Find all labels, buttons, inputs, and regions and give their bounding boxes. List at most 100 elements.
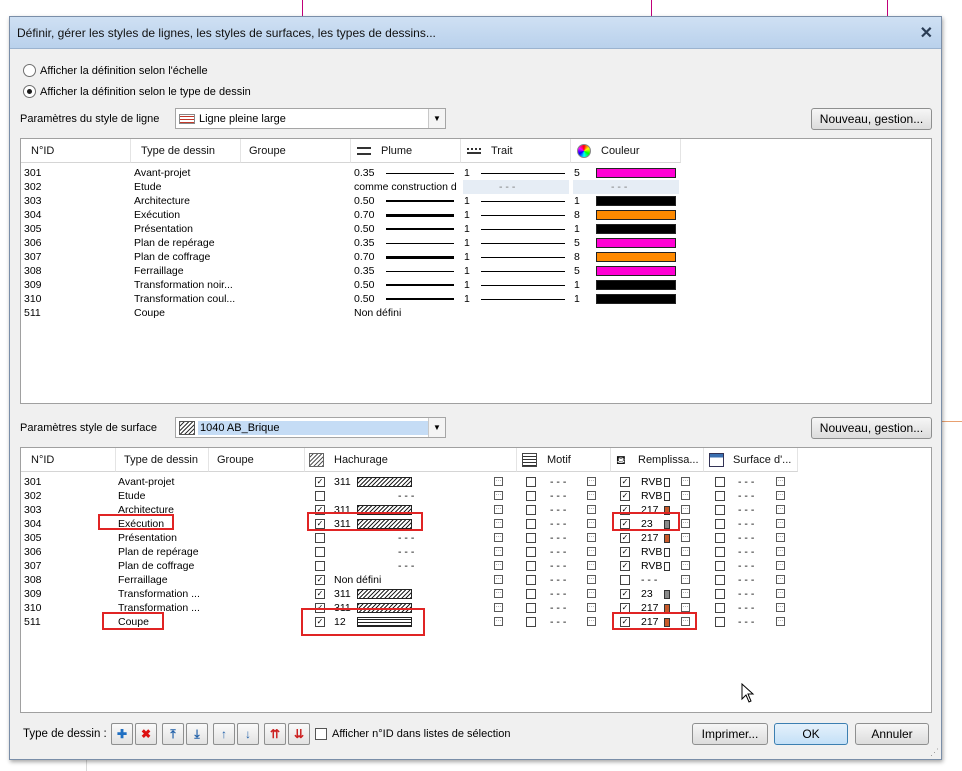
pattern-browse-icon[interactable]: ··· <box>587 603 596 612</box>
table-row[interactable]: 301 Avant-projet 0.35 1 5 <box>21 166 931 180</box>
fill-checkbox[interactable]: ✓ <box>620 589 630 599</box>
hatch-browse-icon[interactable]: ··· <box>494 603 503 612</box>
table-row[interactable]: 306 Plan de repérage 0.35 1 5 <box>21 236 931 250</box>
surface-checkbox[interactable] <box>715 589 725 599</box>
pattern-checkbox[interactable] <box>526 575 536 585</box>
hatch-checkbox[interactable]: ✓ <box>315 589 325 599</box>
pattern-browse-icon[interactable]: ··· <box>587 477 596 486</box>
fill-browse-icon[interactable]: ··· <box>681 547 690 556</box>
cancel-button[interactable]: Annuler <box>855 723 929 745</box>
col-group[interactable]: Groupe <box>241 139 351 163</box>
resize-grip-icon[interactable]: ⋰ <box>930 747 939 758</box>
move-bottom-icon[interactable]: ⤓ <box>186 723 208 745</box>
hatch-browse-icon[interactable]: ··· <box>494 617 503 626</box>
pattern-checkbox[interactable] <box>526 547 536 557</box>
line-style-combo[interactable]: Ligne pleine large ▼ <box>175 108 446 129</box>
pattern-checkbox[interactable] <box>526 519 536 529</box>
surface-browse-icon[interactable]: ··· <box>776 505 785 514</box>
fill-browse-icon[interactable]: ··· <box>681 561 690 570</box>
table-row[interactable]: 305 Présentation - - - ··· - - - ··· ✓ 217 ··· - … <box>21 531 931 545</box>
col-fill[interactable]: ⛾ Remplissa... <box>611 448 704 472</box>
fill-browse-icon[interactable]: ··· <box>681 505 690 514</box>
fill-browse-icon[interactable]: ··· <box>681 533 690 542</box>
fill-checkbox[interactable] <box>620 575 630 585</box>
fill-browse-icon[interactable]: ··· <box>681 603 690 612</box>
fill-checkbox[interactable]: ✓ <box>620 547 630 557</box>
export-icon[interactable]: ⇊ <box>288 723 310 745</box>
pattern-browse-icon[interactable]: ··· <box>587 575 596 584</box>
move-up-icon[interactable]: ↑ <box>213 723 235 745</box>
pattern-browse-icon[interactable]: ··· <box>587 533 596 542</box>
table-row[interactable]: 303 Architecture 0.50 1 1 <box>21 194 931 208</box>
radio-by-drawing-type[interactable]: Afficher la définition selon le type de … <box>23 85 251 98</box>
table-row[interactable]: 309 Transformation noir... 0.50 1 1 <box>21 278 931 292</box>
surface-new-button[interactable]: Nouveau, gestion... <box>811 417 932 439</box>
col-pen[interactable]: Plume <box>351 139 461 163</box>
surface-browse-icon[interactable]: ··· <box>776 547 785 556</box>
fill-checkbox[interactable]: ✓ <box>620 477 630 487</box>
hatch-browse-icon[interactable]: ··· <box>494 505 503 514</box>
table-row[interactable]: 308 Ferraillage ✓ Non défini ··· - - - ··· - - … <box>21 573 931 587</box>
hatch-browse-icon[interactable]: ··· <box>494 589 503 598</box>
surface-style-combo[interactable]: 1040 AB_Brique ▼ <box>175 417 446 438</box>
surface-browse-icon[interactable]: ··· <box>776 617 785 626</box>
pattern-checkbox[interactable] <box>526 589 536 599</box>
surface-checkbox[interactable] <box>715 617 725 627</box>
table-row[interactable]: 304 Exécution 0.70 1 8 <box>21 208 931 222</box>
surface-checkbox[interactable] <box>715 533 725 543</box>
hatch-checkbox[interactable] <box>315 547 325 557</box>
chevron-down-icon[interactable]: ▼ <box>428 418 445 437</box>
surface-checkbox[interactable] <box>715 491 725 501</box>
pattern-checkbox[interactable] <box>526 491 536 501</box>
fill-browse-icon[interactable]: ··· <box>681 589 690 598</box>
table-row[interactable]: 307 Plan de coffrage - - - ··· - - - ··· ✓ RVB ·… <box>21 559 931 573</box>
show-id-option[interactable]: Afficher n°ID dans listes de sélection <box>315 728 510 740</box>
hatch-checkbox[interactable]: ✓ <box>315 575 325 585</box>
print-button[interactable]: Imprimer... <box>692 723 768 745</box>
ok-button[interactable]: OK <box>774 723 848 745</box>
show-id-checkbox[interactable] <box>315 728 327 740</box>
add-icon[interactable]: ✚ <box>111 723 133 745</box>
surface-checkbox[interactable] <box>715 547 725 557</box>
fill-browse-icon[interactable]: ··· <box>681 575 690 584</box>
fill-browse-icon[interactable]: ··· <box>681 477 690 486</box>
table-row[interactable]: 307 Plan de coffrage 0.70 1 8 <box>21 250 931 264</box>
surface-checkbox[interactable] <box>715 603 725 613</box>
pattern-browse-icon[interactable]: ··· <box>587 561 596 570</box>
surface-browse-icon[interactable]: ··· <box>776 519 785 528</box>
pattern-browse-icon[interactable]: ··· <box>587 519 596 528</box>
hatch-checkbox[interactable] <box>315 533 325 543</box>
pattern-checkbox[interactable] <box>526 561 536 571</box>
surface-browse-icon[interactable]: ··· <box>776 589 785 598</box>
surface-checkbox[interactable] <box>715 519 725 529</box>
table-row[interactable]: 306 Plan de repérage - - - ··· - - - ··· ✓ RVB ·… <box>21 545 931 559</box>
hatch-browse-icon[interactable]: ··· <box>494 533 503 542</box>
pattern-browse-icon[interactable]: ··· <box>587 589 596 598</box>
hatch-browse-icon[interactable]: ··· <box>494 561 503 570</box>
line-new-button[interactable]: Nouveau, gestion... <box>811 108 932 130</box>
table-row[interactable]: 511 Coupe Non défini <box>21 306 931 320</box>
hatch-browse-icon[interactable]: ··· <box>494 547 503 556</box>
surface-browse-icon[interactable]: ··· <box>776 477 785 486</box>
hatch-browse-icon[interactable]: ··· <box>494 519 503 528</box>
move-top-icon[interactable]: ⤒ <box>162 723 184 745</box>
pattern-browse-icon[interactable]: ··· <box>587 505 596 514</box>
chevron-down-icon[interactable]: ▼ <box>428 109 445 128</box>
radio-circle[interactable] <box>23 64 36 77</box>
table-row[interactable]: 309 Transformation ... ✓ 311 ··· - - - ··· ✓ 23 ·… <box>21 587 931 601</box>
col-group[interactable]: Groupe <box>209 448 305 472</box>
pattern-browse-icon[interactable]: ··· <box>587 491 596 500</box>
delete-icon[interactable]: ✖ <box>135 723 157 745</box>
table-row[interactable]: 310 Transformation coul... 0.50 1 1 <box>21 292 931 306</box>
hatch-browse-icon[interactable]: ··· <box>494 575 503 584</box>
col-pattern[interactable]: Motif <box>517 448 611 472</box>
col-id[interactable]: N°ID <box>21 139 131 163</box>
col-type[interactable]: Type de dessin <box>116 448 209 472</box>
hatch-checkbox[interactable] <box>315 491 325 501</box>
hatch-checkbox[interactable]: ✓ <box>315 477 325 487</box>
pattern-browse-icon[interactable]: ··· <box>587 617 596 626</box>
move-down-icon[interactable]: ↓ <box>237 723 259 745</box>
pattern-checkbox[interactable] <box>526 533 536 543</box>
title-bar[interactable]: Définir, gérer les styles de lignes, les… <box>10 17 941 49</box>
fill-checkbox[interactable]: ✓ <box>620 533 630 543</box>
